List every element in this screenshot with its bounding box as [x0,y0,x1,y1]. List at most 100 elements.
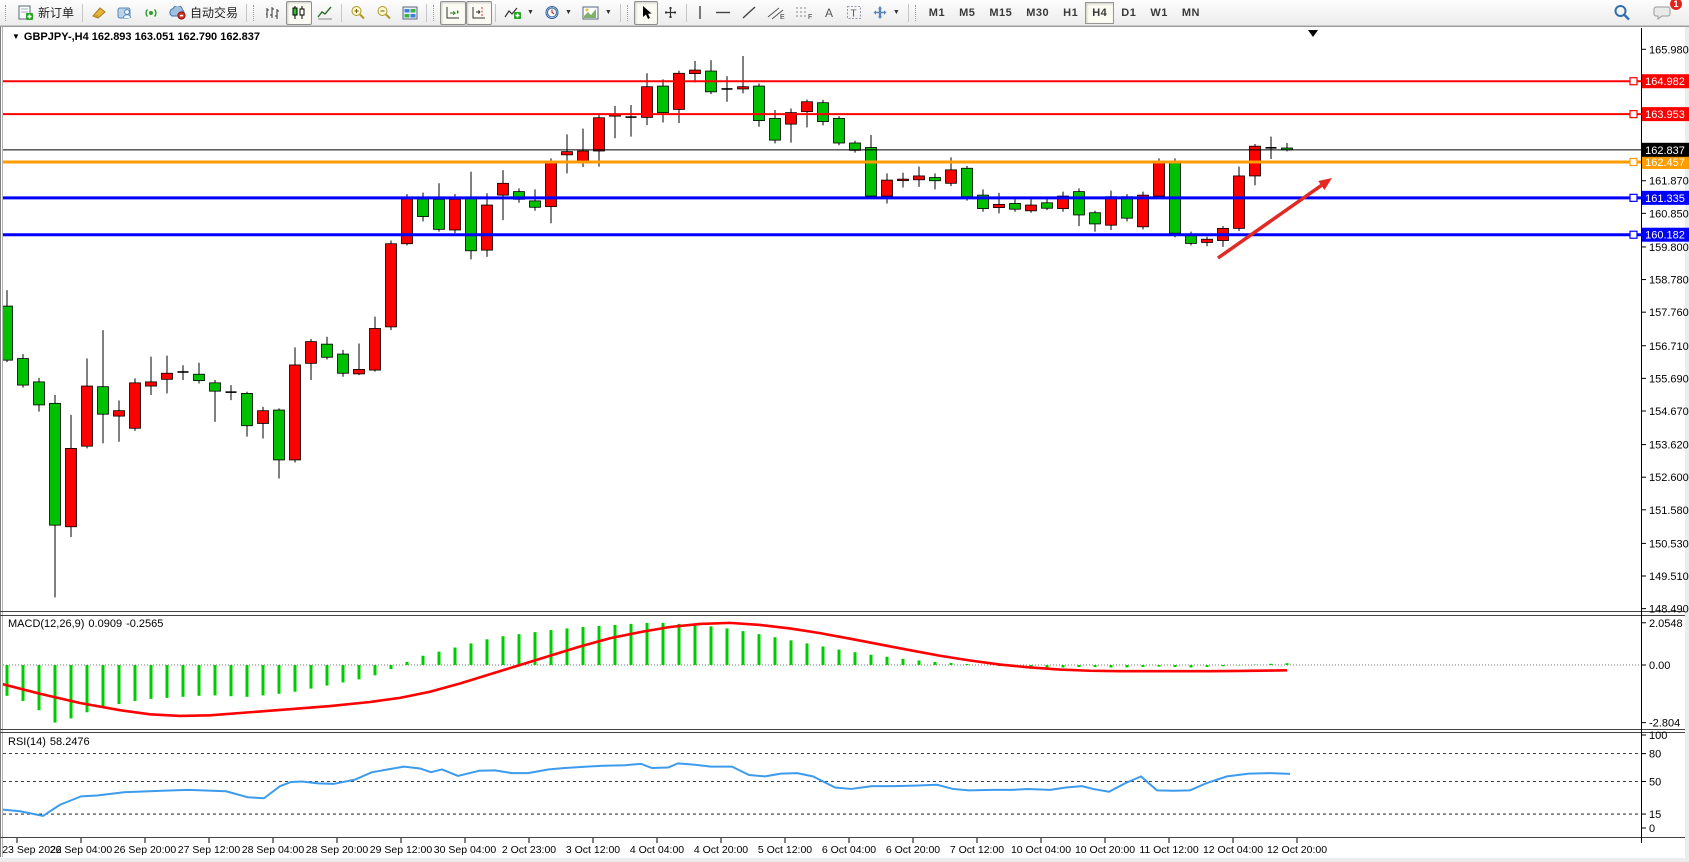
svg-text:A: A [825,6,833,20]
horizontal-level-lines[interactable] [3,78,1641,239]
timeframe-button-d1[interactable]: D1 [1114,2,1143,24]
svg-text:161.870: 161.870 [1649,176,1689,188]
textA-icon: A [823,5,836,20]
templates-button[interactable]: ▼ [577,1,617,25]
fibonacci-button[interactable]: F [790,1,818,25]
text-label-button[interactable]: T [841,1,867,25]
svg-text:148.490: 148.490 [1649,604,1689,616]
vertical-line-button[interactable] [690,1,710,25]
timeframe-button-h1[interactable]: H1 [1056,2,1085,24]
zoom-out-button[interactable] [371,1,397,25]
zoom-out-icon [376,5,392,20]
bars-icon [265,5,281,20]
cursor-icon [639,5,653,20]
svg-text:157.760: 157.760 [1649,307,1689,319]
svg-text:162.457: 162.457 [1645,157,1685,169]
svg-text:11 Oct 12:00: 11 Oct 12:00 [1139,844,1199,856]
svg-text:161.335: 161.335 [1645,193,1685,205]
timeframe-button-h4[interactable]: H4 [1085,2,1114,24]
toolbar-separator [908,4,909,22]
toolbar-separator [246,4,247,22]
line-chart-button[interactable] [312,1,338,25]
svg-text:158.780: 158.780 [1649,275,1689,287]
toolbar-grip [627,5,631,21]
chart-title: ▼ GBPJPY-,H4 162.893 163.051 162.790 162.… [12,31,260,43]
indicators-button[interactable]: ▼ [499,1,539,25]
cursor-button[interactable] [634,1,658,25]
rsi-name: RSI(14) [8,736,46,748]
svg-text:156.710: 156.710 [1649,341,1689,353]
timeframe-button-m30[interactable]: M30 [1019,2,1056,24]
line-icon [317,5,333,20]
macd-name: MACD(12,26,9) [8,618,84,630]
svg-text:153.620: 153.620 [1649,440,1689,452]
signal-icon [143,6,159,20]
vline-icon [695,5,705,20]
toolbar-grip [5,5,9,21]
toolbar-right-group: 1 [1608,1,1687,25]
crosshair-button[interactable] [658,1,683,25]
svg-text:4 Oct 20:00: 4 Oct 20:00 [694,844,748,856]
timeframe-button-mn[interactable]: MN [1175,2,1207,24]
svg-text:6 Oct 20:00: 6 Oct 20:00 [886,844,940,856]
svg-text:2.0548: 2.0548 [1649,618,1683,630]
market-watch-button[interactable] [86,1,112,25]
periods-button[interactable]: ▼ [539,1,577,25]
chart-title-dropdown-icon[interactable]: ▼ [12,32,20,41]
svg-text:152.600: 152.600 [1649,472,1689,484]
chart-shift-marker[interactable] [1308,30,1318,37]
macd-label: MACD(12,26,9)0.0909-0.2565 [8,618,167,630]
toolbar-grip [915,5,919,21]
signals-button[interactable] [138,1,164,25]
svg-text:3 Oct 12:00: 3 Oct 12:00 [566,844,620,856]
scroll-icon [445,5,461,20]
svg-text:80: 80 [1649,749,1661,761]
candlestick-chart-button[interactable] [286,1,312,25]
text-button[interactable]: A [818,1,841,25]
svg-text:163.953: 163.953 [1645,109,1685,121]
zoom-in-button[interactable] [345,1,371,25]
new-order-button-label: 新订单 [38,4,74,21]
svg-text:50: 50 [1649,777,1661,789]
tile-windows-button[interactable] [397,1,423,25]
candles-icon [291,5,307,20]
trendline-icon [741,5,757,20]
svg-text:10 Oct 04:00: 10 Oct 04:00 [1011,844,1071,856]
zoom-in-icon [350,5,366,20]
chevron-down-icon: ▼ [605,9,612,16]
horizontal-line-button[interactable] [710,1,736,25]
toolbar-separator [620,4,621,22]
notification-badge: 1 [1669,0,1683,11]
new-order-button[interactable]: 新订单 [12,1,79,25]
rsi-value: 58.2476 [50,736,90,748]
svg-text:29 Sep 12:00: 29 Sep 12:00 [370,844,433,856]
svg-text:160.850: 160.850 [1649,208,1689,220]
terminal-button[interactable] [112,1,138,25]
channel-button[interactable]: E [762,1,790,25]
search-button[interactable] [1608,1,1636,25]
top-toolbar: 新订单自动交易▼▼▼EFAT▼M1M5M15M30H1H4D1W1MN1 [0,0,1689,26]
auto-trading-button[interactable]: 自动交易 [164,1,243,25]
toolbar-grip [253,5,257,21]
bar-chart-button[interactable] [260,1,286,25]
auto-scroll-button[interactable] [440,1,466,25]
chart-canvas[interactable]: 165.980161.870160.850159.800158.780157.7… [0,0,1689,862]
svg-text:5 Oct 12:00: 5 Oct 12:00 [758,844,812,856]
chart-title-text: GBPJPY-,H4 162.893 163.051 162.790 162.8… [24,31,260,43]
gold-icon [91,6,107,20]
timeframe-button-m5[interactable]: M5 [952,2,982,24]
macd-signal-value: -0.2565 [126,618,163,630]
timeframe-button-m1[interactable]: M1 [922,2,952,24]
timeframe-button-m15[interactable]: M15 [982,2,1019,24]
svg-text:7 Oct 12:00: 7 Oct 12:00 [950,844,1004,856]
chart-shift-button[interactable] [466,1,492,25]
notifications-button[interactable]: 1 [1648,1,1677,25]
chevron-down-icon: ▼ [893,9,900,16]
svg-text:165.980: 165.980 [1649,44,1689,56]
svg-text:0.00: 0.00 [1649,660,1670,672]
trendline-button[interactable] [736,1,762,25]
timeframe-button-w1[interactable]: W1 [1143,2,1175,24]
arrows-button[interactable]: ▼ [867,1,905,25]
autotrade-icon [169,6,187,20]
toolbar-separator [495,4,496,22]
